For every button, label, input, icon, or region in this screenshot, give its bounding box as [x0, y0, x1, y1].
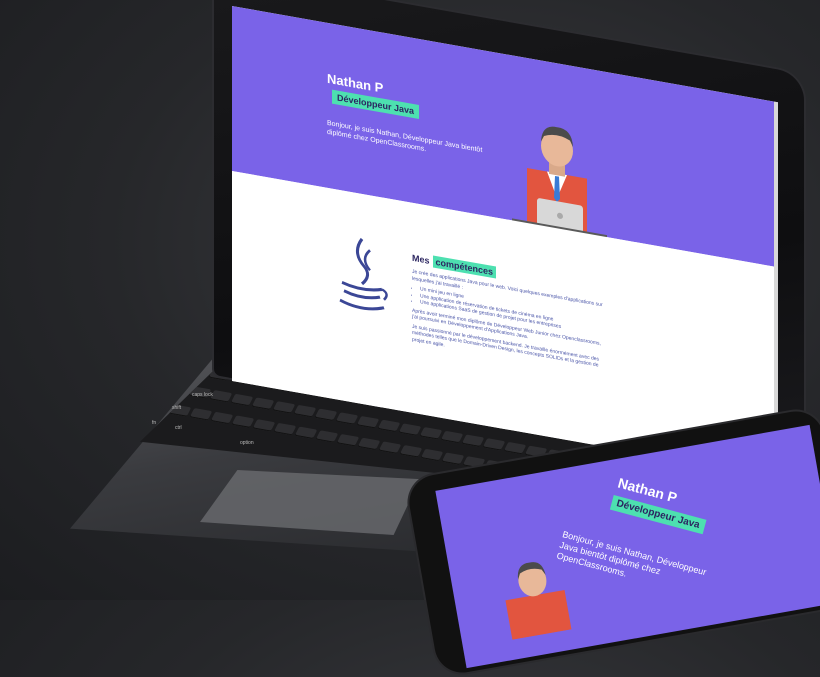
developer-illustration-icon	[505, 562, 572, 640]
phone-intro: Bonjour, je suis Nathan, Développeur Jav…	[555, 529, 708, 579]
key-label-option: option	[240, 440, 254, 446]
hero-intro: Bonjour, je suis Nathan, Développeur Jav…	[327, 119, 483, 155]
key-label-ctrl: ctrl	[175, 425, 182, 431]
skills-body: Je crée des applications Java pour le we…	[412, 269, 607, 380]
key-label-shift: shift	[172, 405, 182, 411]
key-label-fn: fn	[152, 420, 157, 426]
skills-title-prefix: Mes	[412, 252, 430, 266]
java-logo-icon	[339, 237, 388, 311]
key-label-caps-lock: caps lock	[192, 392, 213, 398]
